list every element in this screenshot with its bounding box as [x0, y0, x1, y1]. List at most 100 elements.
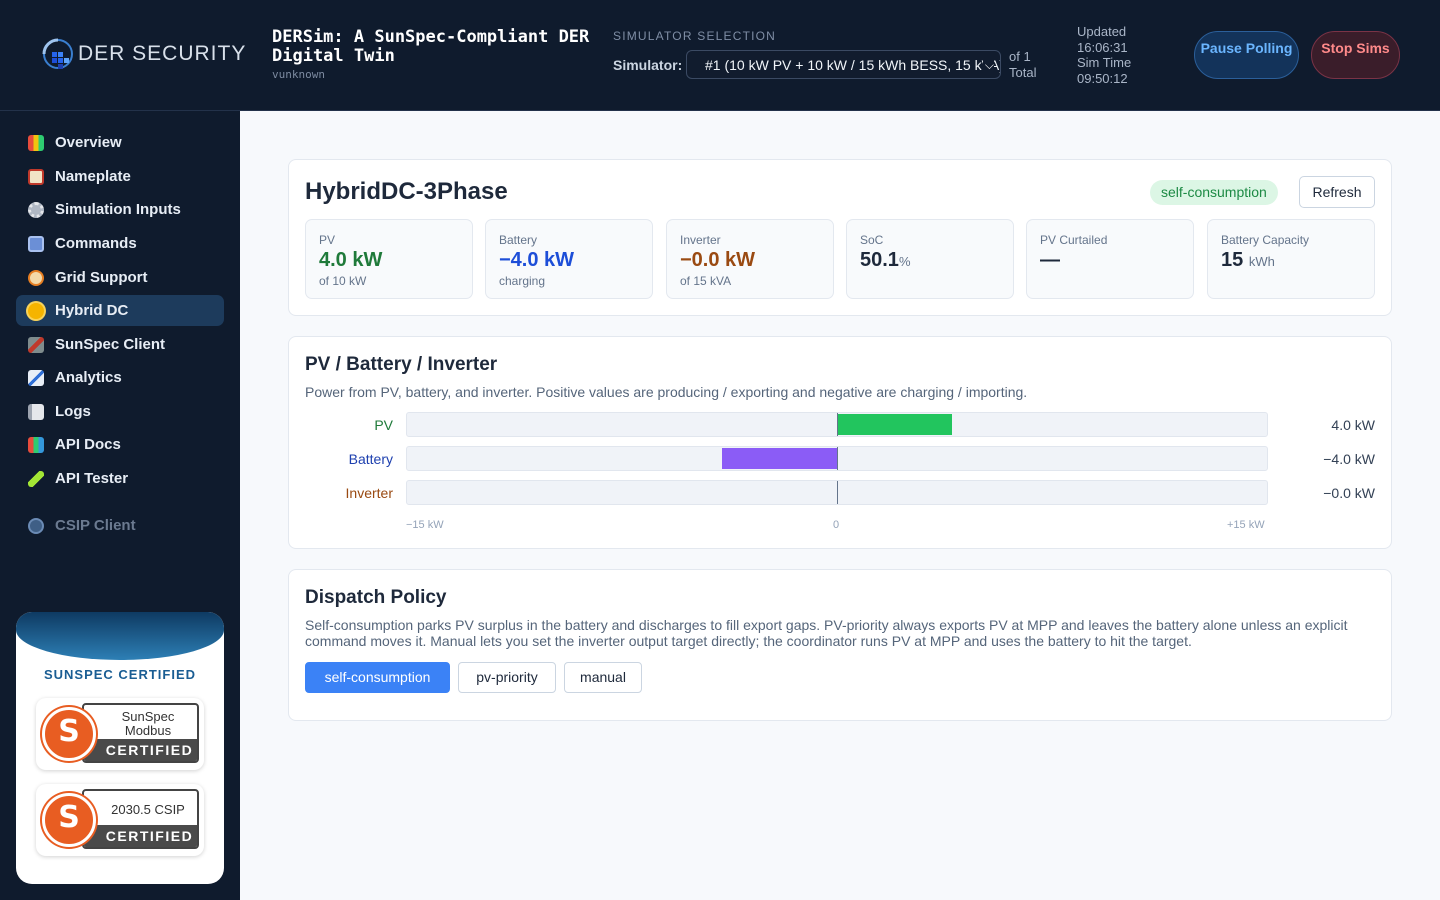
stat-pv: PV 4.0 kW of 10 kW [305, 219, 473, 299]
sidebar-item-overview[interactable]: Overview [16, 127, 224, 158]
badge-name: SunSpec Modbus [121, 709, 175, 738]
stat-value: 4.0 kW [319, 249, 472, 271]
gear-icon [28, 201, 44, 218]
sidebar-item-label: Nameplate [55, 168, 131, 185]
sidebar-item-label: Simulation Inputs [55, 201, 181, 218]
sidebar-item-api-tester[interactable]: API Tester [16, 463, 224, 494]
policy-self-consumption-button[interactable]: self-consumption [305, 662, 450, 693]
stat-value-text: — [1040, 249, 1060, 271]
stat-value: 15 kWh [1221, 249, 1374, 273]
der-security-logo: DER SECURITY [40, 36, 246, 72]
stat-battery-capacity: Battery Capacity 15 kWh [1207, 219, 1375, 299]
sidebar-item-nameplate[interactable]: Nameplate [16, 161, 224, 192]
stat-value-text: 4.0 kW [319, 249, 383, 271]
sidebar-item-label: CSIP Client [55, 517, 136, 534]
zero-axis-line [837, 413, 838, 436]
sidebar-item-api-docs[interactable]: API Docs [16, 429, 224, 460]
dispatch-policy-card: Dispatch Policy Self-consumption parks P… [288, 569, 1392, 721]
bar-value-battery: −4.0 kW [1323, 451, 1375, 467]
stat-sub: charging [499, 274, 546, 288]
axis-mid-label: 0 [833, 519, 840, 531]
dispatch-title: Dispatch Policy [305, 587, 447, 608]
stat-value: 50.1% [860, 249, 1013, 273]
certifications-panel: SUNSPEC CERTIFIED SunSpec Modbus CERTIFI… [16, 612, 224, 884]
simulator-select-value: #1 (10 kW PV + 10 kW / 15 kWh BESS, 15 k… [705, 57, 1001, 73]
sim-time-label: Sim Time [1077, 55, 1132, 70]
power-flow-card: PV / Battery / Inverter Power from PV, b… [288, 336, 1392, 549]
document-icon [28, 403, 44, 420]
stat-label: SoC [860, 233, 884, 247]
simulator-label: Simulator: [613, 57, 683, 73]
simulator-selection-label: SIMULATOR SELECTION [613, 29, 777, 43]
stat-sub: of 15 kVA [680, 274, 732, 288]
sidebar-item-hybrid-dc[interactable]: Hybrid DC [16, 295, 224, 326]
zero-axis-line [837, 481, 838, 504]
policy-manual-button[interactable]: manual [564, 662, 642, 693]
stat-value-text: 50.1 [860, 249, 899, 271]
sidebar-item-label: Logs [55, 403, 91, 420]
stat-label: Inverter [680, 233, 721, 247]
stat-value: −4.0 kW [499, 249, 652, 271]
trend-icon [28, 369, 44, 386]
stat-label: Battery Capacity [1221, 233, 1310, 247]
sidebar-item-label: Hybrid DC [55, 302, 129, 319]
sidebar-item-sunspec-client[interactable]: SunSpec Client [16, 329, 224, 360]
bar-label-battery: Battery [348, 451, 393, 467]
simulator-select[interactable]: #1 (10 kW PV + 10 kW / 15 kWh BESS, 15 k… [686, 50, 1001, 79]
zero-axis-line [837, 447, 838, 470]
policy-pv-priority-button[interactable]: pv-priority [458, 662, 556, 693]
simulator-count: of 1 Total [1009, 49, 1037, 80]
app-version: vunknown [272, 68, 325, 81]
dispatch-description: Self-consumption parks PV surplus in the… [305, 617, 1348, 649]
stat-label: PV [319, 233, 336, 247]
logo-globe-icon [42, 38, 73, 69]
chevron-down-icon: ⌵ [982, 58, 994, 73]
sim-time: 09:50:12 [1077, 70, 1128, 86]
sidebar-item-label: Overview [55, 134, 122, 151]
stat-value: — [1040, 249, 1193, 271]
pause-polling-button[interactable]: Pause Polling [1194, 31, 1299, 79]
sidebar-item-label: Grid Support [55, 269, 148, 286]
bar-label-inverter: Inverter [345, 485, 393, 501]
stat-pv-curtailed: PV Curtailed — [1026, 219, 1194, 299]
logo-text: DER SECURITY [78, 42, 247, 65]
bar-label-pv: PV [374, 417, 393, 433]
satellite-icon [28, 336, 44, 353]
books-icon [28, 436, 44, 453]
csip-badge: 2030.5 CSIP CERTIFIED S [36, 784, 204, 856]
sunspec-logo-icon: S [42, 707, 96, 761]
sidebar-item-analytics[interactable]: Analytics [16, 362, 224, 393]
sidebar-item-commands[interactable]: Commands [16, 228, 224, 259]
sun-icon [28, 302, 44, 319]
sunspec-modbus-badge: SunSpec Modbus CERTIFIED S [36, 698, 204, 770]
bar-fill-battery [722, 448, 837, 469]
stat-value-text: −4.0 kW [499, 249, 575, 271]
sidebar-item-grid-support[interactable]: Grid Support [16, 262, 224, 293]
sidebar-item-csip-client[interactable]: CSIP Client [16, 510, 224, 541]
badge-status: CERTIFIED [84, 739, 197, 761]
stat-label: Battery [499, 233, 538, 247]
stat-value-text: 15 [1221, 249, 1244, 271]
sidebar-item-simulation-inputs[interactable]: Simulation Inputs [16, 194, 224, 225]
sidebar: Overview Nameplate Simulation Inputs Com… [0, 111, 240, 900]
pencil-icon [28, 470, 44, 487]
gauge-icon [28, 269, 44, 286]
badge-name: 2030.5 CSIP [111, 802, 185, 817]
stat-label: PV Curtailed [1040, 233, 1108, 247]
globe-icon [28, 517, 44, 534]
stat-value: −0.0 kW [680, 249, 833, 271]
chart-icon [28, 134, 44, 151]
updated-time: 16:06:31 [1077, 39, 1128, 55]
stat-inverter: Inverter −0.0 kW of 15 kVA [666, 219, 834, 299]
bar-fill-pv [837, 414, 952, 435]
stat-unit: kWh [1248, 254, 1275, 269]
badge-frame: SunSpec Modbus CERTIFIED [82, 703, 199, 763]
sidebar-item-label: API Tester [55, 470, 129, 487]
stat-value-text: −0.0 kW [680, 249, 756, 271]
certifications-title: SUNSPEC CERTIFIED [43, 667, 197, 682]
mode-badge: self-consumption [1150, 180, 1278, 205]
refresh-button[interactable]: Refresh [1299, 176, 1375, 208]
sidebar-item-logs[interactable]: Logs [16, 396, 224, 427]
sidebar-item-label: SunSpec Client [55, 336, 166, 353]
stop-sims-button[interactable]: Stop Sims [1311, 31, 1400, 79]
